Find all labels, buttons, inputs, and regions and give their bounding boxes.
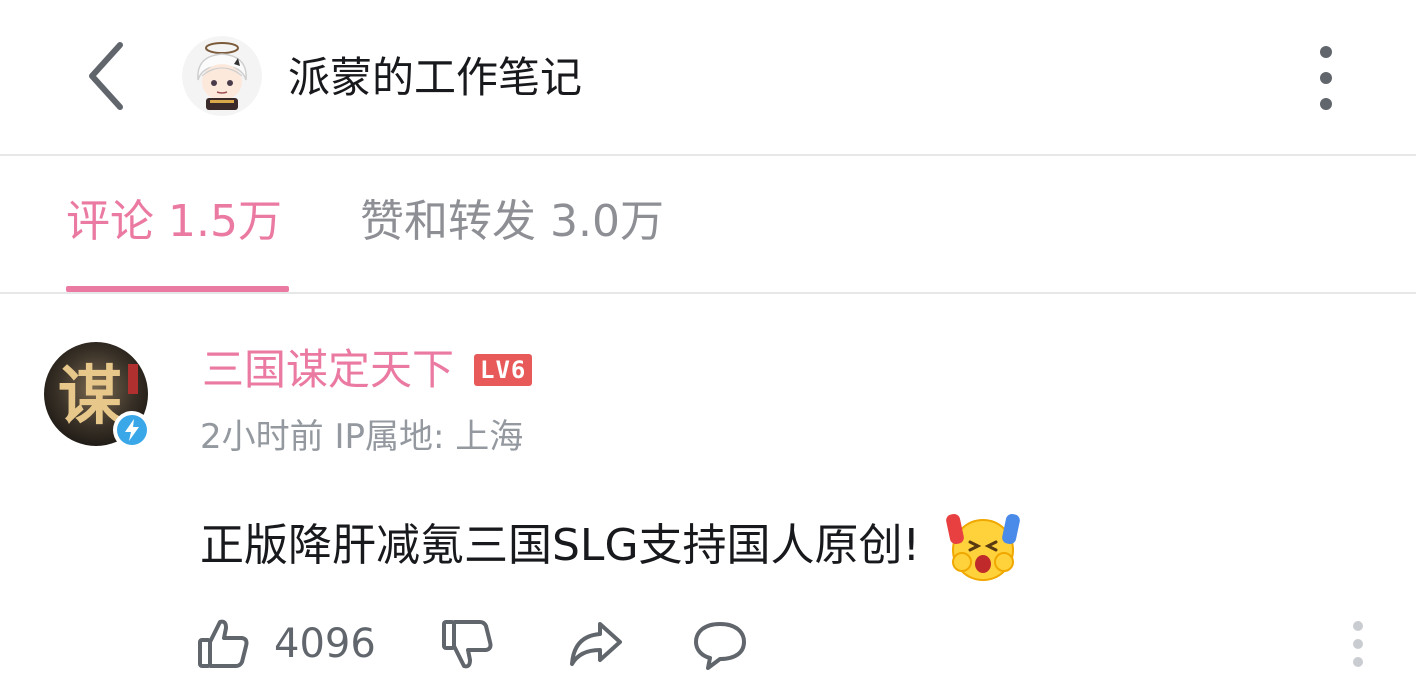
author-avatar[interactable]: [182, 36, 262, 116]
username-row: 三国谋定天下 LV6: [202, 340, 533, 400]
more-options-button[interactable]: [1306, 40, 1346, 116]
active-tab-indicator: [66, 286, 289, 292]
like-button[interactable]: 4096: [196, 612, 376, 676]
thumb-up-icon: [198, 619, 249, 668]
chevron-left-icon: [89, 42, 123, 110]
commenter-username[interactable]: 三国谋定天下: [202, 340, 454, 400]
tab-bar: 评论 1.5万 赞和转发 3.0万: [0, 156, 1416, 294]
page-title: 派蒙的工作笔记: [288, 53, 583, 102]
tab-likes-and-reposts[interactable]: 赞和转发 3.0万: [360, 192, 664, 252]
top-bar: 派蒙的工作笔记: [0, 0, 1416, 156]
more-vertical-icon: [1320, 46, 1332, 110]
thumb-down-icon: [442, 620, 493, 669]
tab-comments[interactable]: 评论 1.5万: [66, 192, 282, 252]
level-badge: LV6: [474, 354, 533, 386]
comment-meta: 2小时前 IP属地: 上海: [200, 417, 524, 457]
share-icon: [570, 622, 622, 666]
back-button[interactable]: [76, 38, 136, 114]
verified-badge-icon: [113, 411, 151, 449]
cheering-face-emoji: [946, 513, 1021, 581]
like-count: 4096: [274, 621, 376, 667]
more-vertical-icon: [1353, 621, 1363, 667]
dislike-button[interactable]: [440, 612, 496, 676]
reply-icon: [694, 622, 746, 670]
paimon-avatar-image: [182, 36, 262, 116]
reply-button[interactable]: [692, 612, 748, 676]
comment-more-button[interactable]: [1352, 612, 1364, 676]
comment-text: 正版降肝减氪三国SLG支持国人原创!: [200, 520, 921, 571]
comment-text-row: 正版降肝减氪三国SLG支持国人原创!: [200, 510, 1024, 582]
comment-item: 谋 三国谋定天下 LV6 2小时前 IP属地: 上海 正版降肝减氪三国SLG支持…: [0, 304, 1416, 693]
share-button[interactable]: [566, 612, 626, 676]
comment-actions: 4096: [196, 612, 1396, 676]
